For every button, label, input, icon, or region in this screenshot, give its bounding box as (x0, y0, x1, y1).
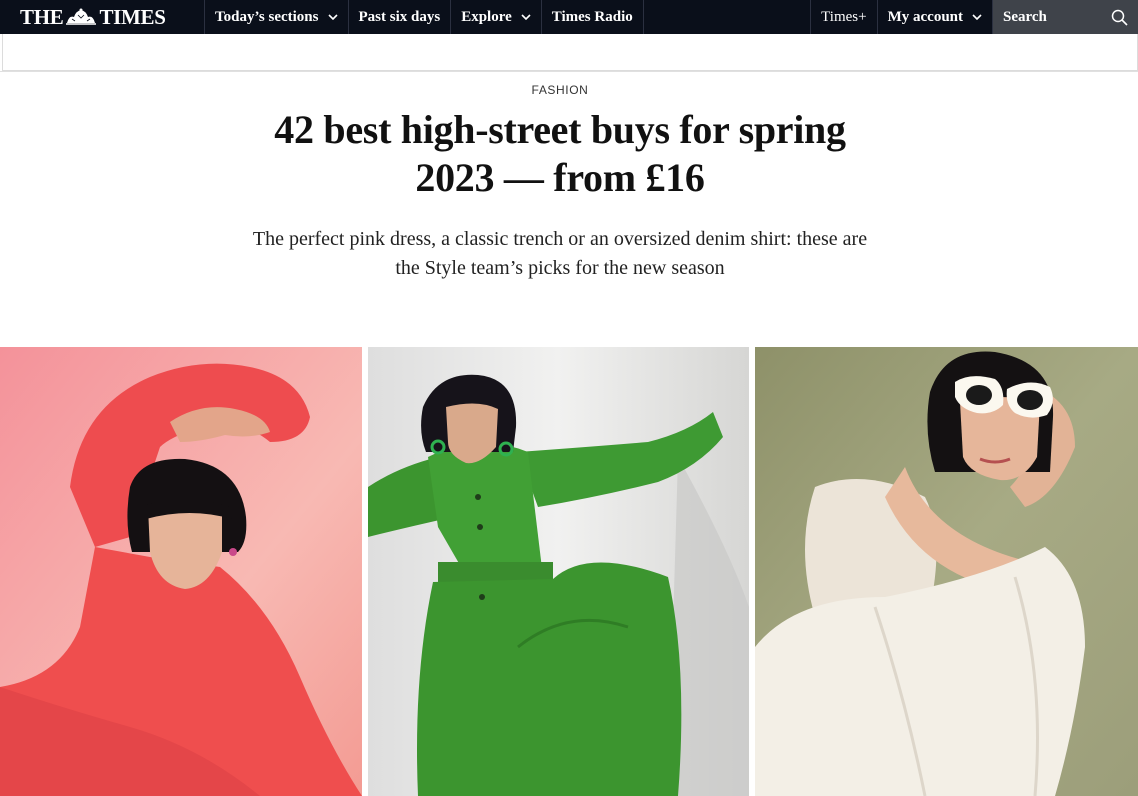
search-placeholder: Search (1003, 8, 1047, 25)
search-input[interactable]: Search (993, 0, 1138, 34)
hero-image-green-jumpsuit[interactable] (368, 347, 749, 796)
nav-times-radio-label: Times Radio (551, 8, 633, 25)
pink-dress-photo (0, 347, 362, 796)
nav-my-account[interactable]: My account (878, 0, 993, 34)
nav-past-six-days-label: Past six days (358, 8, 441, 25)
search-icon[interactable] (1111, 9, 1128, 26)
hero-image-pink-dress[interactable] (0, 347, 362, 796)
nav-times-plus-label: Times+ (821, 8, 867, 25)
nav-past-six-days[interactable]: Past six days (349, 0, 452, 34)
logo-text-left: THE (20, 4, 64, 29)
nav-times-radio[interactable]: Times Radio (542, 0, 644, 34)
royal-crest-icon (66, 8, 97, 25)
chevron-down-icon (972, 14, 982, 20)
ad-slot (2, 34, 1138, 71)
chevron-down-icon (521, 14, 531, 20)
nav-explore[interactable]: Explore (451, 0, 542, 34)
green-jumpsuit-photo (368, 347, 749, 796)
times-logo[interactable]: THE TIMES (0, 0, 205, 34)
logo-text-right: TIMES (99, 4, 166, 29)
hero-image-cream-outfit[interactable] (755, 347, 1138, 796)
article-headline: 42 best high-street buys for spring 2023… (274, 107, 846, 200)
nav-times-plus[interactable]: Times+ (810, 0, 878, 34)
cream-outfit-photo (755, 347, 1138, 796)
header-divider (0, 71, 1138, 72)
nav-my-account-label: My account (887, 8, 963, 25)
nav-explore-label: Explore (461, 8, 512, 25)
chevron-down-icon (327, 14, 338, 20)
section-label[interactable]: FASHION (0, 83, 1120, 97)
top-nav-bar: THE TIMES Today’s sections Past six days… (0, 0, 1138, 34)
nav-todays-sections-label: Today’s sections (215, 8, 319, 25)
article-standfirst: The perfect pink dress, a classic trench… (252, 228, 868, 279)
hero-image-gallery (0, 347, 1138, 796)
nav-todays-sections[interactable]: Today’s sections (205, 0, 349, 34)
